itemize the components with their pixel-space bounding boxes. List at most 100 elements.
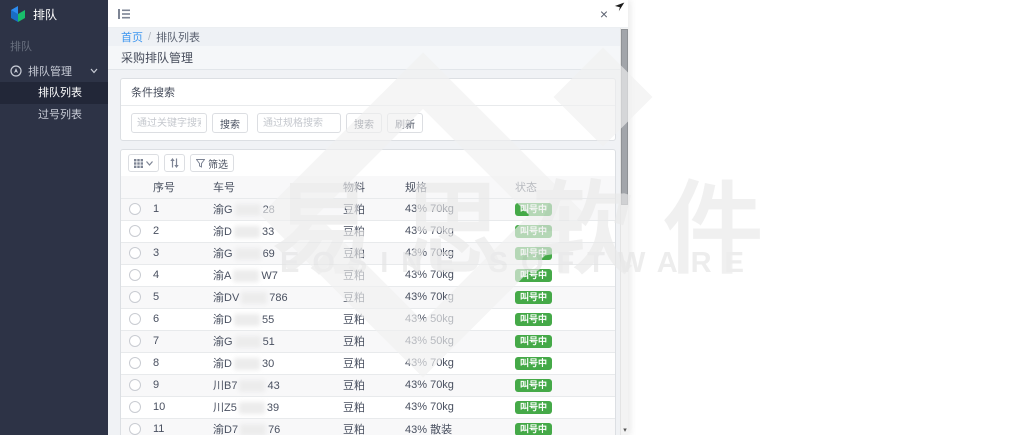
sort-button[interactable]: [164, 154, 185, 172]
table-row[interactable]: 6 渝D55 豆粕 43% 50kg 叫号中: [121, 308, 615, 330]
cell-material: 豆粕: [335, 220, 397, 242]
cell-select: [121, 418, 145, 435]
cell-spec: 43% 70kg: [397, 220, 507, 242]
cell-status: 叫号中: [507, 220, 615, 242]
panel-content: 条件搜索 搜索 搜索 刷新: [108, 70, 628, 435]
keyword-search-input[interactable]: [131, 113, 207, 133]
cell-plate: 渝D30: [205, 352, 335, 374]
chevron-down-icon: [90, 68, 98, 74]
menu-fold-icon[interactable]: [118, 9, 130, 19]
row-radio[interactable]: [129, 379, 141, 391]
cell-serial: 2: [145, 220, 205, 242]
row-radio[interactable]: [129, 269, 141, 281]
cell-plate: 川Z539: [205, 396, 335, 418]
cell-plate: 渝D55: [205, 308, 335, 330]
spec-search-input[interactable]: [257, 113, 341, 133]
cell-plate: 川B743: [205, 374, 335, 396]
cell-spec: 43% 50kg: [397, 308, 507, 330]
breadcrumb-home-link[interactable]: 首页: [121, 29, 143, 45]
row-radio[interactable]: [129, 203, 141, 215]
table-row[interactable]: 10 川Z539 豆粕 43% 70kg 叫号中: [121, 396, 615, 418]
breadcrumb-current: 排队列表: [156, 29, 200, 45]
cell-status: 叫号中: [507, 242, 615, 264]
sidebar-item-skipped-list[interactable]: 过号列表: [0, 104, 108, 126]
cell-select: [121, 396, 145, 418]
panel-topbar: ×: [108, 0, 628, 28]
cell-status: 叫号中: [507, 330, 615, 352]
cell-spec: 43% 70kg: [397, 396, 507, 418]
cell-status: 叫号中: [507, 286, 615, 308]
header-spec: 规格: [397, 176, 507, 198]
table-row[interactable]: 7 渝G51 豆粕 43% 50kg 叫号中: [121, 330, 615, 352]
plate-redaction: [241, 292, 267, 304]
spec-search-button[interactable]: 搜索: [346, 113, 382, 133]
scrollbar-thumb[interactable]: [621, 29, 628, 205]
sidebar-item-queue-management[interactable]: 排队管理: [0, 60, 108, 82]
row-radio[interactable]: [129, 401, 141, 413]
cell-material: 豆粕: [335, 330, 397, 352]
sidebar-item-label: 排队列表: [38, 87, 82, 99]
cell-serial: 8: [145, 352, 205, 374]
row-radio[interactable]: [129, 291, 141, 303]
cell-spec: 43% 70kg: [397, 374, 507, 396]
row-radio[interactable]: [129, 423, 141, 435]
cell-select: [121, 198, 145, 220]
row-radio[interactable]: [129, 335, 141, 347]
grid-icon: [134, 159, 143, 168]
table-row[interactable]: 9 川B743 豆粕 43% 70kg 叫号中: [121, 374, 615, 396]
cell-serial: 1: [145, 198, 205, 220]
columns-button[interactable]: [128, 154, 159, 172]
cell-plate: 渝DV786: [205, 286, 335, 308]
plate-redaction: [234, 226, 260, 238]
filter-button[interactable]: 筛选: [190, 154, 234, 172]
cell-status: 叫号中: [507, 352, 615, 374]
row-radio[interactable]: [129, 313, 141, 325]
refresh-button[interactable]: 刷新: [387, 113, 423, 133]
cell-spec: 43% 70kg: [397, 198, 507, 220]
vertical-scrollbar[interactable]: ▾: [620, 28, 628, 435]
table-row[interactable]: 8 渝D30 豆粕 43% 70kg 叫号中: [121, 352, 615, 374]
cell-spec: 43% 散装: [397, 418, 507, 435]
cell-spec: 43% 70kg: [397, 264, 507, 286]
cell-select: [121, 330, 145, 352]
sidebar-item-queue-list[interactable]: 排队列表: [0, 82, 108, 104]
table-row[interactable]: 4 渝AW7 豆粕 43% 70kg 叫号中: [121, 264, 615, 286]
scrollbar-down-arrow[interactable]: ▾: [621, 427, 629, 435]
cell-plate: 渝G69: [205, 242, 335, 264]
plate-redaction: [235, 204, 261, 216]
row-radio[interactable]: [129, 247, 141, 259]
row-radio[interactable]: [129, 225, 141, 237]
status-badge: 叫号中: [515, 291, 552, 304]
table-card: 筛选 序号 车号 物料: [120, 149, 616, 435]
status-badge: 叫号中: [515, 423, 552, 435]
cell-serial: 3: [145, 242, 205, 264]
table-row[interactable]: 2 渝D33 豆粕 43% 70kg 叫号中: [121, 220, 615, 242]
cell-material: 豆粕: [335, 374, 397, 396]
cell-serial: 10: [145, 396, 205, 418]
sidebar: 排队 排队 排队管理 排队列表 过号列表: [0, 0, 108, 435]
cell-spec: 43% 70kg: [397, 242, 507, 264]
close-icon[interactable]: ×: [600, 7, 608, 21]
plate-redaction: [235, 336, 261, 348]
table-row[interactable]: 5 渝DV786 豆粕 43% 70kg 叫号中: [121, 286, 615, 308]
table-header-row: 序号 车号 物料 规格 状态: [121, 176, 615, 198]
table-row[interactable]: 11 渝D776 豆粕 43% 散装 叫号中: [121, 418, 615, 435]
keyword-search-button[interactable]: 搜索: [212, 113, 248, 133]
plate-redaction: [233, 270, 259, 282]
navigate-icon: [10, 65, 22, 77]
row-radio[interactable]: [129, 357, 141, 369]
app-logo-icon: [10, 6, 26, 22]
status-badge: 叫号中: [515, 203, 552, 216]
cell-serial: 5: [145, 286, 205, 308]
status-badge: 叫号中: [515, 225, 552, 238]
plate-redaction: [234, 358, 260, 370]
status-badge: 叫号中: [515, 379, 552, 392]
cell-serial: 11: [145, 418, 205, 435]
cell-material: 豆粕: [335, 242, 397, 264]
status-badge: 叫号中: [515, 313, 552, 326]
plate-redaction: [234, 314, 260, 326]
table-row[interactable]: 1 渝G28 豆粕 43% 70kg 叫号中: [121, 198, 615, 220]
table-row[interactable]: 3 渝G69 豆粕 43% 70kg 叫号中: [121, 242, 615, 264]
cell-serial: 7: [145, 330, 205, 352]
cell-material: 豆粕: [335, 198, 397, 220]
